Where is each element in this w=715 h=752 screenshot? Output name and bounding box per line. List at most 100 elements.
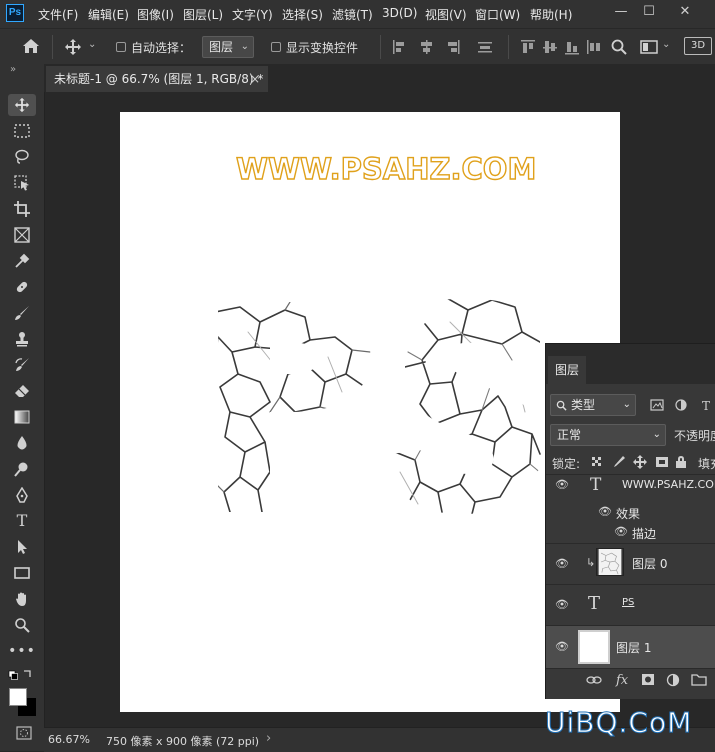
color-swap-icons [8, 670, 31, 680]
lock-transparency-icon[interactable] [592, 457, 595, 460]
zoom-icon [15, 618, 30, 633]
visibility-eye-icon[interactable]: 👁 [555, 640, 569, 653]
auto-select-checkbox[interactable] [116, 42, 126, 52]
search-icon [556, 400, 567, 411]
history-brush-tool[interactable] [8, 354, 36, 376]
visibility-eye-icon[interactable]: 👁 [598, 505, 612, 518]
text-layer-icon: T [590, 475, 602, 495]
layer-stroke-effect-row[interactable]: 👁 描边 [546, 523, 715, 543]
more-align-icon[interactable] [587, 40, 589, 54]
frame-tool[interactable] [8, 224, 36, 246]
zoom-tool[interactable] [8, 614, 36, 636]
3d-mode-button[interactable]: 3D [684, 37, 712, 55]
filter-icons-group: T [650, 399, 710, 412]
workspace-icon[interactable] [640, 39, 658, 55]
chevron-down-icon[interactable]: ⌄ [88, 39, 96, 50]
menu-type[interactable]: 文字(Y) [232, 6, 273, 23]
brush-tool[interactable] [8, 302, 36, 324]
search-icon[interactable] [610, 38, 628, 56]
layer-name[interactable]: 图层 0 [632, 555, 667, 572]
menu-filter[interactable]: 滤镜(T) [332, 6, 373, 23]
gradient-tool[interactable] [8, 406, 36, 428]
visibility-eye-icon[interactable]: 👁 [555, 557, 569, 570]
folder-icon[interactable] [691, 674, 707, 686]
move-tool-icon[interactable] [64, 38, 82, 56]
menu-window[interactable]: 窗口(W) [475, 6, 520, 23]
blur-tool[interactable] [8, 432, 36, 454]
layer-name[interactable]: WWW.PSAHZ.COM [622, 478, 715, 491]
close-tab-icon[interactable]: × [250, 66, 260, 92]
bandage-icon [16, 281, 28, 293]
menu-select[interactable]: 选择(S) [282, 6, 323, 23]
menu-layer[interactable]: 图层(L) [183, 6, 223, 23]
menu-image[interactable]: 图像(I) [137, 6, 174, 23]
move-tool[interactable] [8, 94, 36, 116]
lock-all-icon[interactable] [676, 456, 686, 468]
align-top-icon[interactable] [521, 40, 535, 42]
gradient-icon [14, 410, 30, 424]
lock-position-icon[interactable] [633, 455, 647, 469]
auto-select-dropdown[interactable]: 图层 ⌄ [202, 36, 254, 58]
object-select-tool[interactable] [8, 172, 36, 194]
mask-icon[interactable] [642, 674, 654, 685]
hand-tool[interactable] [8, 588, 36, 610]
type-tool[interactable]: T [8, 510, 36, 532]
restore-button[interactable]: ☐ [636, 3, 662, 21]
minimize-button[interactable]: — [608, 3, 634, 21]
status-menu-arrow-icon[interactable]: › [266, 731, 271, 746]
path-selection-tool[interactable] [8, 536, 36, 558]
distribute-icon[interactable] [478, 42, 492, 44]
blend-mode-dropdown[interactable]: 正常 ⌄ [550, 424, 666, 446]
zoom-level[interactable]: 66.67% [48, 733, 90, 746]
menu-file[interactable]: 文件(F) [38, 6, 78, 23]
show-transform-checkbox[interactable] [271, 42, 281, 52]
menu-view[interactable]: 视图(V) [425, 6, 467, 23]
lock-artboard-icon[interactable] [656, 457, 668, 467]
photoshop-logo-icon: Ps [6, 4, 24, 22]
visibility-eye-icon[interactable]: 👁 [555, 478, 569, 491]
marquee-icon [14, 124, 30, 138]
link-icon[interactable] [586, 676, 602, 684]
eyedropper-tool[interactable] [8, 250, 36, 272]
document-tab[interactable]: 未标题-1 @ 66.7% (图层 1, RGB/8) * × [46, 66, 268, 92]
menu-edit[interactable]: 编辑(E) [88, 6, 129, 23]
layers-tab[interactable]: 图层 [548, 356, 586, 384]
more-tools[interactable]: ••• [8, 640, 36, 662]
close-button[interactable]: ✕ [672, 3, 698, 21]
clone-stamp-tool[interactable] [8, 328, 36, 350]
adjustment-icon[interactable] [666, 673, 680, 687]
menu-help[interactable]: 帮助(H) [530, 6, 572, 23]
quick-mask-icon[interactable] [16, 726, 32, 740]
layer-row[interactable]: 👁 ↳ 图层 0 [546, 544, 715, 584]
layer-filter-dropdown[interactable]: 类型 ⌄ [550, 394, 636, 416]
pen-tool[interactable] [8, 484, 36, 506]
marquee-tool[interactable] [8, 120, 36, 142]
chevron-down-icon[interactable]: ⌄ [662, 39, 670, 50]
history-brush-icon [15, 358, 29, 371]
fx-icon[interactable]: fx [615, 673, 629, 688]
visibility-eye-icon[interactable]: 👁 [555, 598, 569, 611]
crop-tool[interactable] [8, 198, 36, 220]
home-icon[interactable] [22, 38, 40, 54]
foreground-color-swatch[interactable] [9, 688, 27, 706]
move-icon [14, 97, 30, 113]
menu-3d[interactable]: 3D(D) [382, 6, 417, 20]
lasso-tool[interactable] [8, 146, 36, 168]
eraser-tool[interactable] [8, 380, 36, 402]
healing-brush-tool[interactable] [8, 276, 36, 298]
rectangle-tool[interactable] [8, 562, 36, 584]
type-filter-icon[interactable]: T [702, 399, 710, 412]
collapse-icon[interactable]: » [10, 64, 16, 75]
layer-row[interactable]: 👁 T PS [546, 585, 715, 625]
dodge-tool[interactable] [8, 458, 36, 480]
align-bottom-icon[interactable] [565, 53, 579, 55]
layer-row-selected[interactable]: 👁 图层 1 [546, 626, 715, 668]
align-left-icon[interactable] [393, 40, 395, 54]
visibility-eye-icon[interactable]: 👁 [614, 525, 628, 538]
layer-name[interactable]: 图层 1 [616, 639, 651, 656]
align-right-icon[interactable] [458, 40, 460, 54]
layer-effects-row[interactable]: 👁 效果 [546, 503, 715, 523]
lock-pixels-icon[interactable] [614, 456, 625, 467]
swap-colors-icon[interactable] [24, 670, 31, 677]
layer-name[interactable]: PS [622, 597, 634, 608]
